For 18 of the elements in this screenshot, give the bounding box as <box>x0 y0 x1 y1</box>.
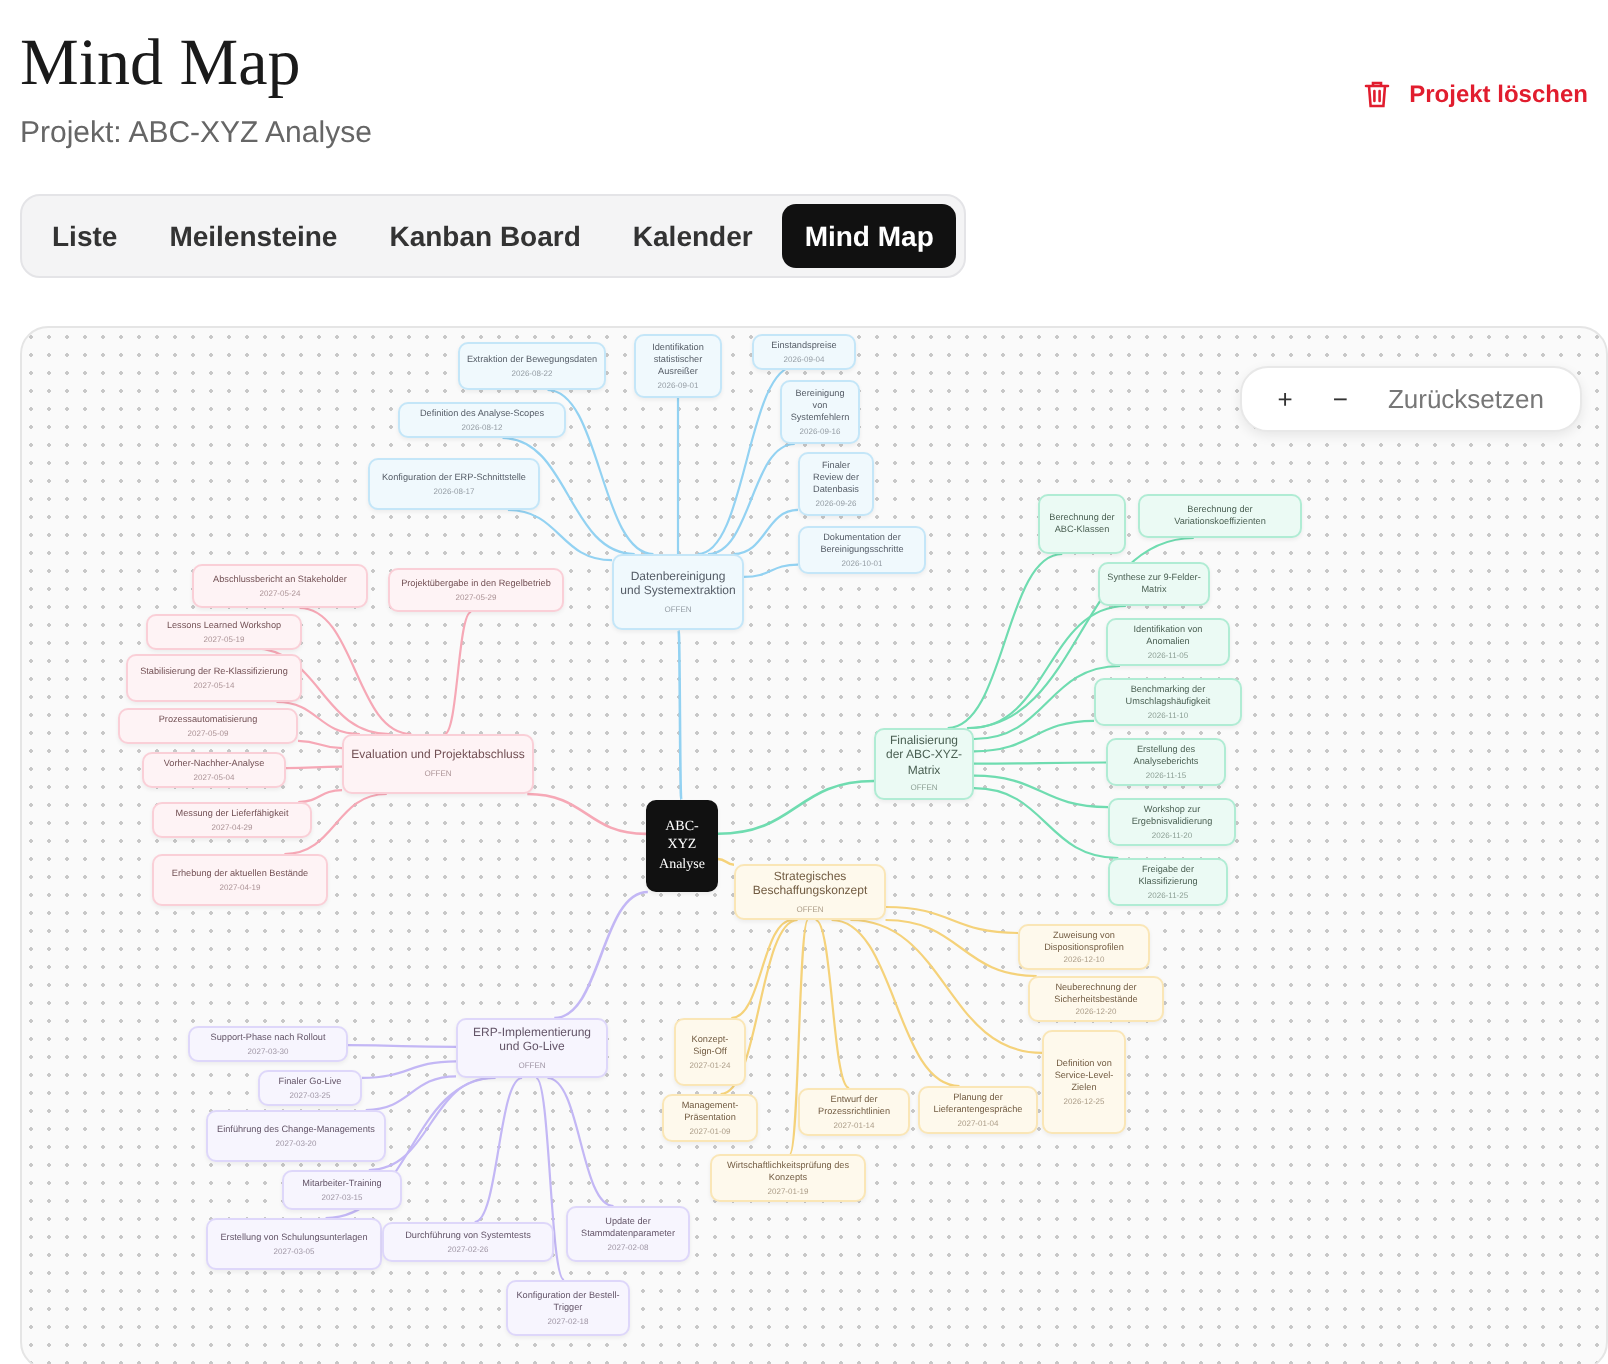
view-tab[interactable]: Meilensteine <box>147 204 360 268</box>
view-tab[interactable]: Kanban Board <box>367 204 603 268</box>
trash-icon <box>1363 80 1390 108</box>
connector-line <box>974 761 1106 765</box>
zoom-button[interactable]: − <box>1316 380 1364 418</box>
view-tab[interactable]: Liste <box>30 204 140 268</box>
connector-line <box>348 1044 456 1048</box>
view-tab[interactable]: Mind Map <box>782 204 956 268</box>
view-tab[interactable]: Kalender <box>610 204 775 268</box>
page-title: Mind Map <box>20 26 303 104</box>
project-subtitle: Projekt: ABC-XYZ Analyse <box>20 116 372 150</box>
zoom-button[interactable]: + <box>1261 380 1309 418</box>
connector-line <box>443 611 472 735</box>
connector-line <box>286 765 342 770</box>
delete-project-button[interactable]: Projekt löschen <box>1363 72 1588 116</box>
connector-line <box>743 563 799 579</box>
connector-line <box>297 739 343 750</box>
zoom-button[interactable]: Zurücksetzen <box>1371 380 1560 418</box>
